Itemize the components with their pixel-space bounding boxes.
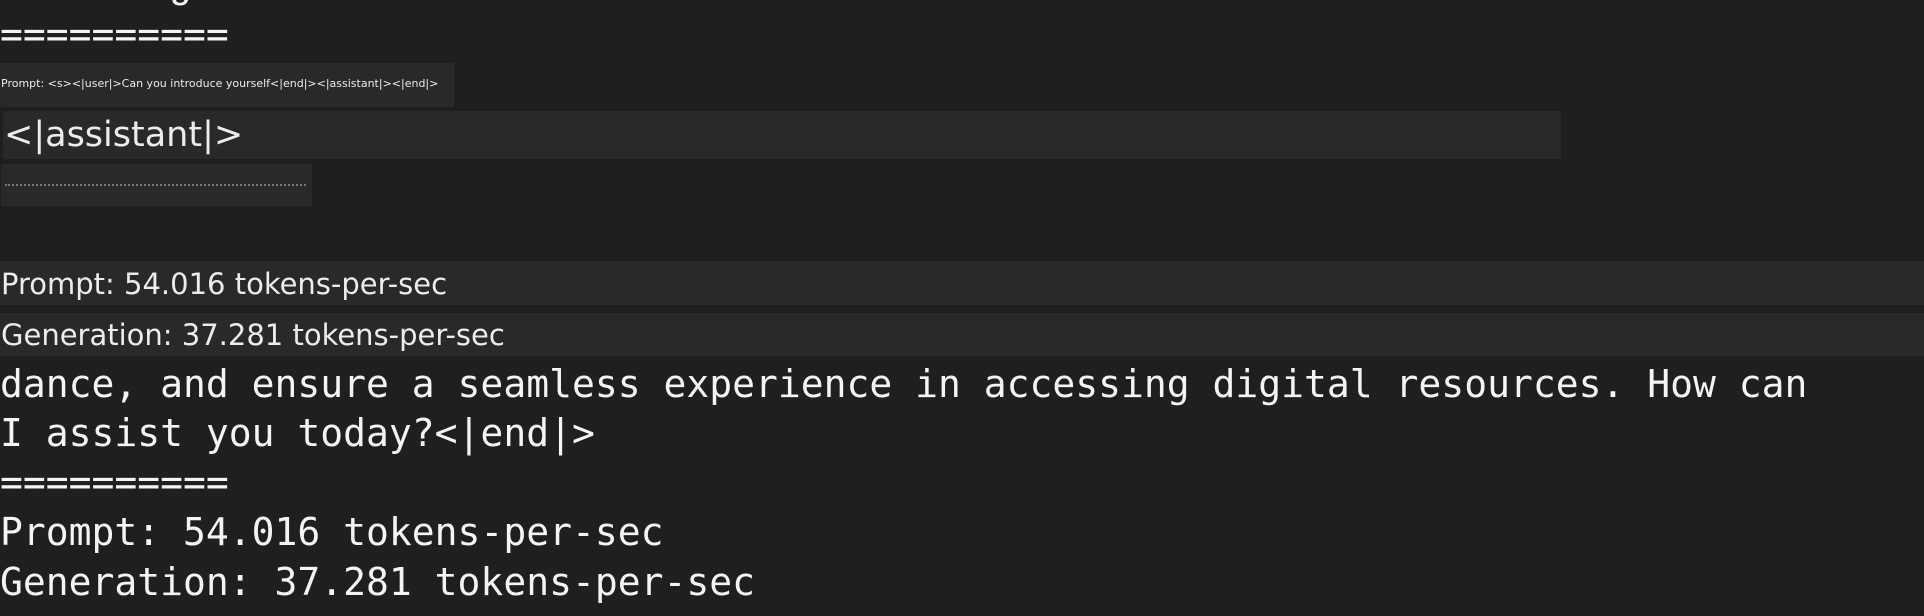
output-line: dance, and ensure a seamless experience … [0, 362, 1808, 406]
separator-bottom: ========== [0, 460, 229, 504]
prompt-overlay-box: Prompt: <s><|user|>Can you introduce you… [0, 63, 454, 107]
prompt-stats-text: Prompt: 54.016 tokens-per-sec [1, 267, 448, 301]
assistant-heading: <|assistant|> [4, 115, 244, 155]
generation-speed-line: Generation: 37.281 tokens-per-sec [0, 560, 755, 604]
generation-stats-text: Generation: 37.281 tokens-per-sec [1, 318, 505, 352]
garbled-text-box [1, 164, 312, 206]
assistant-heading-box: <|assistant|> [3, 111, 1561, 159]
garbled-text-line [5, 184, 306, 187]
prompt-overlay-text: Prompt: <s><|user|>Can you introduce you… [1, 77, 439, 90]
prompt-speed-line: Prompt: 54.016 tokens-per-sec [0, 510, 664, 554]
separator-top: ========== [0, 12, 229, 56]
prompt-stats-box: Prompt: 54.016 tokens-per-sec [0, 261, 1924, 305]
generation-stats-box: Generation: 37.281 tokens-per-sec [0, 313, 1924, 356]
output-line: I assist you today?<|end|> [0, 411, 595, 455]
cut-off-text: g [168, 0, 192, 8]
